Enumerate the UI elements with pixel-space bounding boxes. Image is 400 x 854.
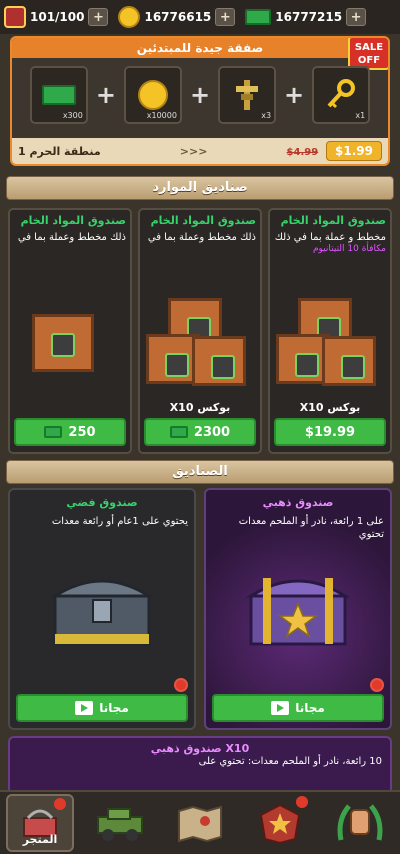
chests-row: صندوق فضي يحتوي على 1عام أو رائعة معدات … xyxy=(8,488,392,730)
offer-arrows: >>> xyxy=(179,144,208,158)
cash-icon xyxy=(44,426,63,438)
gold-chest-icon xyxy=(245,578,351,646)
promo-desc: 10 رائعة، نادر أو الملحم معدات: تحتوي عل… xyxy=(198,756,382,767)
coin-value: 16776615 xyxy=(144,10,212,24)
crate-icon xyxy=(32,314,94,372)
nav-shop[interactable]: المتجر xyxy=(6,794,74,852)
resource-crate-card-1[interactable]: صندوق المواد الخام ذلك مخطط وعملة بما في… xyxy=(8,208,132,454)
chest-title: صندوق ذهبي xyxy=(262,496,334,509)
offer-item-cash: x300 xyxy=(29,66,88,124)
crate-desc: مخطط و عملة بما في ذلك xyxy=(274,232,386,243)
crate-bonus: مكافأة 10 التيتانيوم xyxy=(312,244,386,254)
offer-buy-button[interactable]: $1.99 xyxy=(326,141,382,161)
crate-stack-icon xyxy=(322,336,376,386)
sale-off-badge: SALE OFF xyxy=(348,38,388,70)
cash-icon xyxy=(245,9,272,25)
section-header-resource-boxes: صناديق الموارد xyxy=(6,176,394,200)
offer-item-qty: x3 xyxy=(261,111,272,120)
resource-crate-card-2[interactable]: صندوق المواد الخام ذلك مخطط وعملة بما في… xyxy=(138,208,262,454)
plus-icon: + xyxy=(189,81,211,109)
crate-desc: ذلك مخطط وعملة بما في xyxy=(17,232,126,243)
offer-item-qty: x300 xyxy=(62,111,83,120)
nav-map[interactable] xyxy=(166,794,234,852)
top-resource-bar: 101/100 + 16776615 + 16777215 + xyxy=(0,0,400,34)
offer-items: x300 + x10000 + x3 + x1 xyxy=(12,58,388,124)
crate-buy-button-2[interactable]: 2300 xyxy=(144,418,256,446)
crate-price: 250 xyxy=(68,424,96,440)
cash-counter: 16777215 + xyxy=(245,8,367,26)
crate-desc: ذلك مخطط وعملة بما في xyxy=(147,232,256,243)
chest-title: صندوق فضي xyxy=(66,496,138,509)
crate-title: صندوق المواد الخام xyxy=(20,214,126,227)
offer-item-totem: x3 xyxy=(218,66,277,124)
add-coins-button[interactable]: + xyxy=(215,8,236,26)
nav-hero[interactable] xyxy=(246,794,314,852)
video-play-icon xyxy=(271,701,290,715)
cash-value: 16777215 xyxy=(275,10,343,24)
totem-icon xyxy=(236,80,259,110)
nav-shop-label: المتجر xyxy=(22,833,58,846)
offer-zone-label: منطقة الحرم 1 xyxy=(18,144,101,158)
gold-coin-icon xyxy=(137,80,168,110)
notification-dot xyxy=(54,798,66,810)
offer-old-price: $4.99 xyxy=(286,147,319,158)
gold-chest-card[interactable]: صندوق ذهبي على 1 رائعة، نادر أو الملحم م… xyxy=(204,488,392,730)
plus-icon: + xyxy=(284,81,305,109)
offer-item-qty: x10000 xyxy=(146,111,177,120)
chest-desc: يحتوي على 1عام أو رائعة معدات xyxy=(51,516,188,527)
silver-chest-free-button[interactable]: مجانا xyxy=(16,694,188,722)
crate-stack-icon xyxy=(192,336,246,386)
free-label: مجانا xyxy=(99,701,129,715)
key-icon xyxy=(327,79,356,109)
resource-crate-card-3[interactable]: صندوق المواد الخام مخطط و عملة بما في ذل… xyxy=(268,208,392,454)
crate-price: $19.99 xyxy=(304,424,356,440)
gold-chest-x10-promo[interactable]: صندوق ذهبي X10 10 رائعة، نادر أو الملحم … xyxy=(8,736,392,796)
energy-counter: 101/100 + xyxy=(4,6,109,28)
energy-gem-icon xyxy=(4,6,26,28)
crate-buy-button-1[interactable]: 250 xyxy=(14,418,126,446)
offer-item-coins: x10000 xyxy=(123,66,182,124)
free-label: مجانا xyxy=(295,701,325,715)
add-energy-button[interactable]: + xyxy=(88,8,109,26)
crate-title: صندوق المواد الخام xyxy=(150,214,256,227)
chest-desc: على 1 رائعة، نادر أو الملحم معدات تحتوي xyxy=(238,516,384,540)
map-icon xyxy=(178,805,222,843)
section-header-boxes: الصناديق xyxy=(6,460,394,484)
offer-title: صفقة جيدة للمبتدئين xyxy=(12,38,388,58)
crate-x10-label: X10 بوكس xyxy=(169,401,231,414)
energy-value: 101/100 xyxy=(30,10,85,24)
crate-buy-button-3[interactable]: $19.99 xyxy=(274,418,386,446)
silver-chest-icon xyxy=(49,579,155,646)
video-play-icon xyxy=(75,701,94,715)
cash-stack-icon xyxy=(41,85,76,105)
notification-dot xyxy=(370,678,384,692)
notification-dot xyxy=(296,796,308,808)
jeep-icon xyxy=(97,808,143,841)
nav-upgrades[interactable] xyxy=(326,794,394,852)
plus-icon: + xyxy=(95,81,116,109)
silver-chest-card[interactable]: صندوق فضي يحتوي على 1عام أو رائعة معدات … xyxy=(8,488,196,730)
cash-icon xyxy=(169,426,188,438)
badge-star-icon xyxy=(259,803,301,845)
offer-item-qty: x1 xyxy=(355,111,366,120)
crate-price: 2300 xyxy=(193,424,231,440)
promo-title: صندوق ذهبي X10 xyxy=(150,742,250,755)
coin-counter: 16776615 + xyxy=(118,6,236,28)
notification-dot xyxy=(174,678,188,692)
fist-laurel-icon xyxy=(337,804,383,841)
bottom-navigation: المتجر xyxy=(0,790,400,854)
crate-x10-label: X10 بوكس xyxy=(299,401,361,414)
add-cash-button[interactable]: + xyxy=(346,8,367,26)
gold-coin-icon xyxy=(118,6,141,28)
gold-chest-free-button[interactable]: مجانا xyxy=(212,694,384,722)
offer-item-key: x1 xyxy=(312,66,371,124)
offer-footer: منطقة الحرم 1 >>> $4.99 $1.99 xyxy=(12,138,388,164)
nav-vehicles[interactable] xyxy=(86,794,154,852)
starter-offer-panel[interactable]: صفقة جيدة للمبتدئين SALE OFF x300 + x1000… xyxy=(10,36,390,166)
crate-title: صندوق المواد الخام xyxy=(280,214,386,227)
resource-crates-row: صندوق المواد الخام ذلك مخطط وعملة بما في… xyxy=(8,208,392,454)
